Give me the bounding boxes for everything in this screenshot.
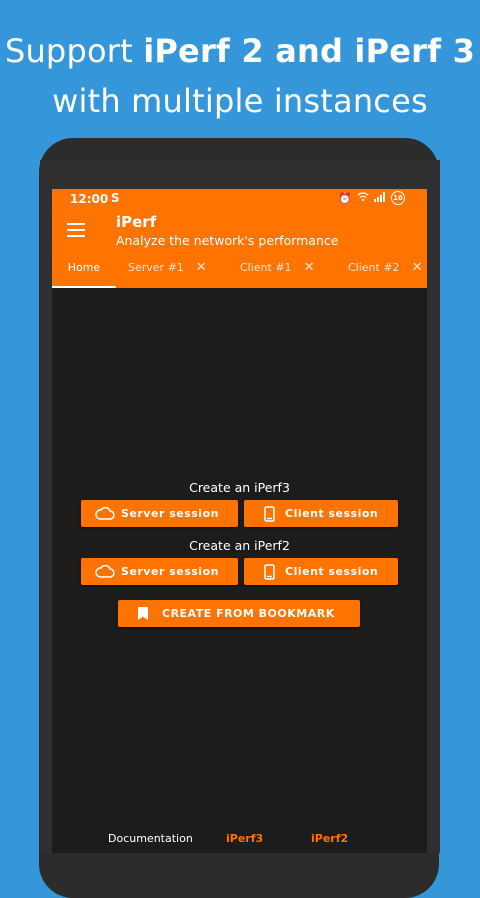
iperf3-link[interactable]: iPerf3 [226, 832, 263, 845]
iperf2-server-session-label: Server session [121, 565, 219, 578]
cloud-icon [95, 565, 115, 578]
signal-icon [374, 191, 386, 205]
phone-icon [264, 563, 275, 580]
status-bar: 12:00 S ⏰ 16 [52, 189, 427, 209]
tab-client-2-label: Client #2 [348, 261, 400, 274]
cloud-icon [95, 507, 115, 520]
status-icons: ⏰ 16 [338, 191, 405, 205]
iperf2-link[interactable]: iPerf2 [311, 832, 348, 845]
close-icon[interactable]: ✕ [196, 260, 207, 275]
tab-server-1[interactable]: Server #1 ✕ [128, 251, 207, 288]
promo-line-1: Support iPerf 2 and iPerf 3 [0, 26, 480, 76]
iperf3-server-session-label: Server session [121, 507, 219, 520]
documentation-link[interactable]: Documentation [108, 832, 193, 845]
status-time: 12:00 [70, 192, 109, 206]
iperf3-section-label: Create an iPerf3 [189, 480, 290, 495]
iperf2-client-session-button[interactable]: Client session [244, 558, 398, 585]
app-title: iPerf [116, 213, 157, 231]
close-icon[interactable]: ✕ [412, 260, 423, 275]
notification-icon: S [111, 191, 120, 205]
tab-client-1[interactable]: Client #1 ✕ [240, 251, 314, 288]
promo-line-1-bold: iPerf 2 and iPerf 3 [143, 32, 476, 70]
tab-home[interactable]: Home [52, 251, 116, 288]
alarm-icon: ⏰ [338, 191, 352, 205]
iperf3-client-session-button[interactable]: Client session [244, 500, 398, 527]
promo-headline: Support iPerf 2 and iPerf 3 with multipl… [0, 26, 480, 126]
iperf2-client-session-label: Client session [285, 565, 379, 578]
tab-home-label: Home [67, 261, 101, 274]
tab-client-2[interactable]: Client #2 ✕ [348, 251, 422, 288]
iperf2-server-session-button[interactable]: Server session [81, 558, 238, 585]
phone-icon [264, 505, 275, 522]
close-icon[interactable]: ✕ [304, 260, 315, 275]
app-subtitle: Analyze the network's performance [116, 233, 339, 248]
tab-server-1-label: Server #1 [128, 261, 184, 274]
tab-client-1-label: Client #1 [240, 261, 292, 274]
battery-badge: 16 [391, 191, 405, 205]
tab-bar: Home Server #1 ✕ Client #1 ✕ Client #2 ✕ [52, 251, 427, 288]
promo-line-1-prefix: Support [4, 32, 144, 70]
wifi-icon [357, 191, 369, 205]
hamburger-menu-icon[interactable] [67, 223, 85, 237]
iperf3-server-session-button[interactable]: Server session [81, 500, 238, 527]
iperf3-client-session-label: Client session [285, 507, 379, 520]
app-bar: iPerf Analyze the network's performance [52, 209, 427, 251]
create-from-bookmark-button[interactable]: CREATE FROM BOOKMARK [118, 600, 360, 627]
create-from-bookmark-label: CREATE FROM BOOKMARK [162, 607, 335, 620]
bookmark-icon [138, 607, 148, 620]
phone-screen: 12:00 S ⏰ 16 iPerf Analyze the network's… [52, 189, 427, 853]
iperf2-section-label: Create an iPerf2 [189, 538, 290, 553]
promo-line-2: with multiple instances [52, 82, 428, 120]
